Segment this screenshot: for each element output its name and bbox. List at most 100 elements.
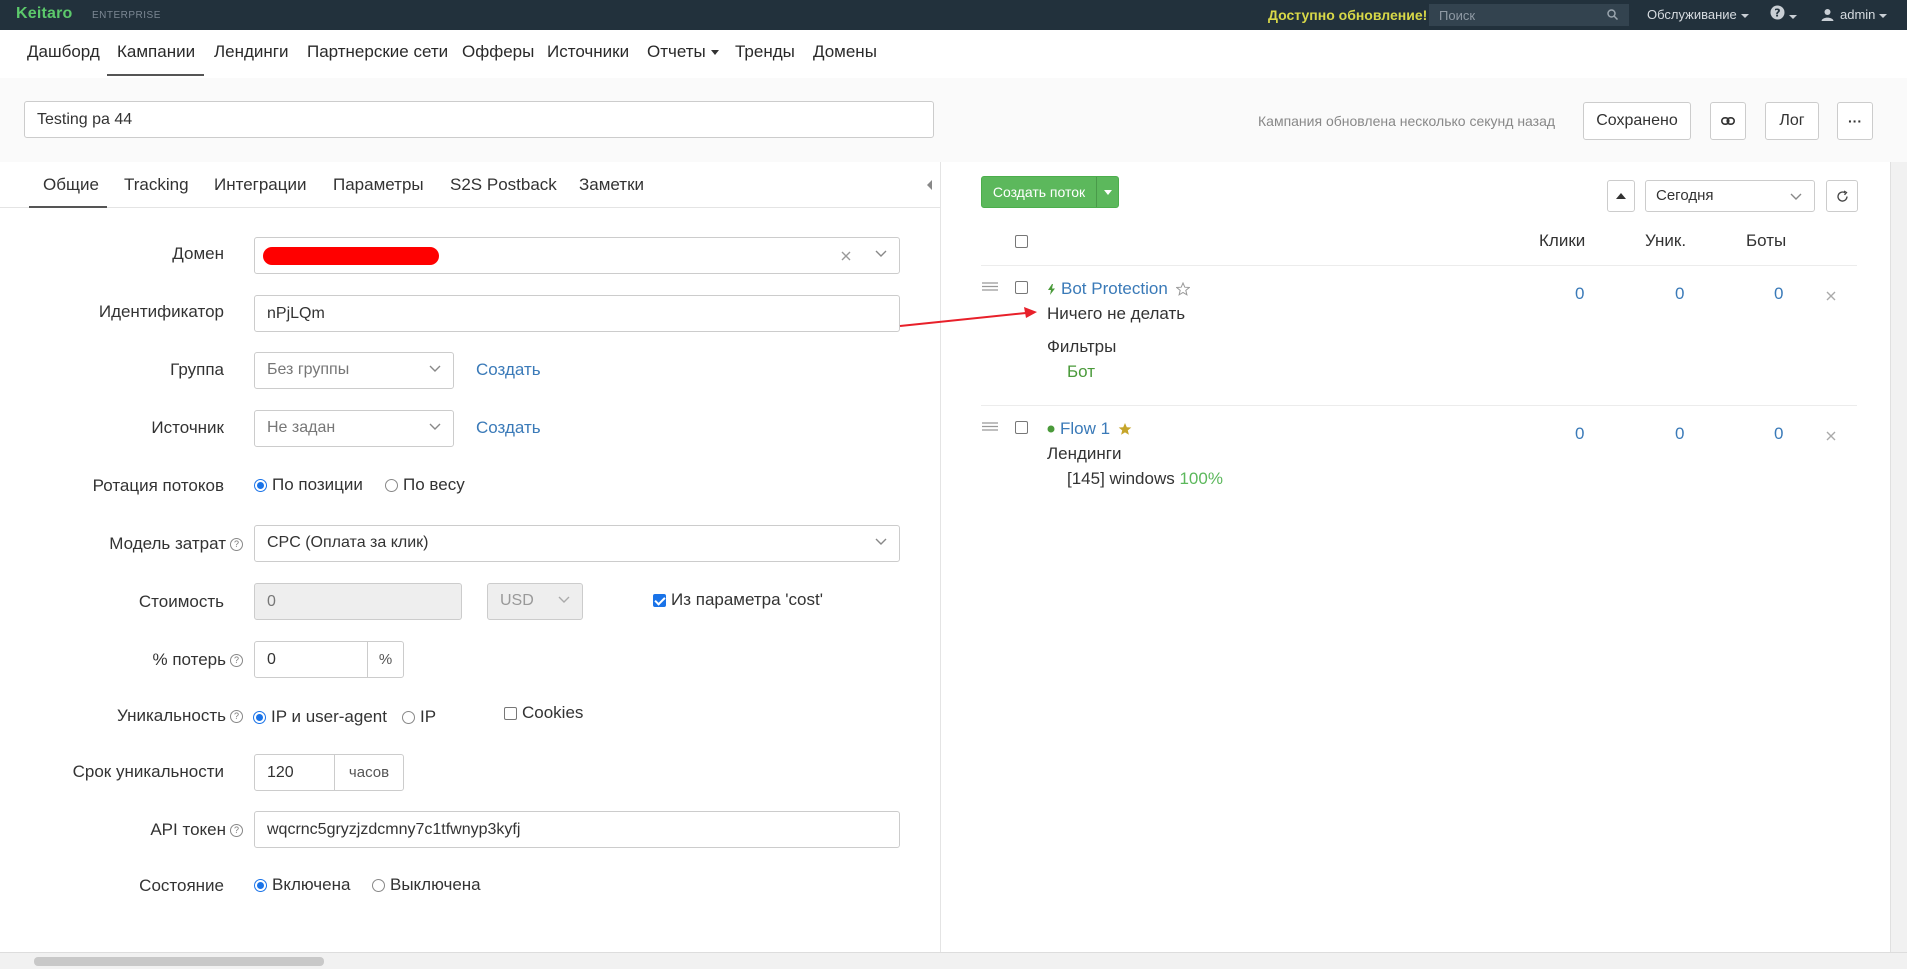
help-icon[interactable]: ? <box>230 538 243 552</box>
nav-reports[interactable]: Отчеты <box>647 42 719 62</box>
help-icon[interactable]: ? <box>230 710 243 724</box>
tab-general[interactable]: Общие <box>43 175 99 195</box>
logo[interactable]: Keitaro <box>16 5 73 23</box>
chevron-down-icon <box>429 365 441 372</box>
chevron-down-icon <box>875 538 887 545</box>
create-flow-dropdown[interactable] <box>1096 177 1119 207</box>
help-icon[interactable]: ? <box>230 824 243 838</box>
checkbox-unchecked <box>504 706 517 720</box>
tab-notes[interactable]: Заметки <box>579 175 644 195</box>
flow-checkbox[interactable] <box>1015 421 1028 434</box>
uniq-ip-ua-radio[interactable]: IP и user-agent <box>253 707 387 727</box>
uniq-term-input[interactable] <box>254 754 335 791</box>
service-menu[interactable]: Обслуживание <box>1647 7 1749 22</box>
flow-bots[interactable]: 0 <box>1774 424 1783 444</box>
delete-flow-icon[interactable] <box>1826 291 1836 301</box>
rotation-position-radio[interactable]: По позиции <box>254 475 363 495</box>
refresh-button[interactable] <box>1826 180 1858 212</box>
top-bar: Keitaro ENTERPRISE Доступно обновление! … <box>0 0 1907 30</box>
group-select[interactable]: Без группы <box>254 352 454 389</box>
nav-offers[interactable]: Офферы <box>462 42 534 62</box>
uniq-cookies-checkbox[interactable]: Cookies <box>504 703 583 723</box>
drag-handle-icon[interactable] <box>982 282 998 291</box>
horizontal-scrollbar[interactable] <box>0 952 1907 969</box>
tab-s2s-postback[interactable]: S2S Postback <box>450 175 557 195</box>
state-disabled-radio[interactable]: Выключена <box>372 875 481 895</box>
service-menu-label: Обслуживание <box>1647 7 1737 22</box>
flow-bot-protection[interactable]: Bot Protection <box>1047 279 1190 299</box>
cost-model-select[interactable]: CPC (Оплата за клик) <box>254 525 900 562</box>
uniq-ip-radio[interactable]: IP <box>402 707 436 727</box>
tab-parameters[interactable]: Параметры <box>333 175 424 195</box>
nav-landings[interactable]: Лендинги <box>214 42 289 62</box>
more-button[interactable]: ··· <box>1837 102 1873 140</box>
nav-dashboard[interactable]: Дашборд <box>27 42 100 62</box>
percent-addon: % <box>367 641 404 678</box>
vertical-scrollbar[interactable] <box>1890 162 1907 952</box>
flow-clicks[interactable]: 0 <box>1575 284 1584 304</box>
flow-flow-1[interactable]: Flow 1 <box>1047 419 1132 439</box>
saved-button[interactable]: Сохранено <box>1583 102 1691 140</box>
group-value: Без группы <box>267 361 350 378</box>
nav-domains[interactable]: Домены <box>813 42 877 62</box>
nav-affiliate-networks[interactable]: Партнерские сети <box>307 42 448 62</box>
help-menu[interactable]: ? <box>1770 5 1797 23</box>
link-button[interactable] <box>1710 102 1746 140</box>
loss-label-text: % потерь <box>152 650 227 669</box>
flow-checkbox[interactable] <box>1015 281 1028 294</box>
flow-bots[interactable]: 0 <box>1774 284 1783 304</box>
flow-filters-heading: Фильтры <box>1047 337 1117 356</box>
flow-unique[interactable]: 0 <box>1675 284 1684 304</box>
cost-param-checkbox[interactable]: Из параметра 'cost' <box>653 590 823 610</box>
flow-landing-item: [145] windows 100% <box>1067 469 1223 489</box>
create-group-link[interactable]: Создать <box>476 360 541 380</box>
flow-unique[interactable]: 0 <box>1675 424 1684 444</box>
collapse-panel-icon[interactable] <box>927 180 932 190</box>
radio-checked <box>254 878 267 892</box>
state-enabled-radio[interactable]: Включена <box>254 875 350 895</box>
checkbox-checked <box>653 593 666 607</box>
date-range-select[interactable]: Сегодня <box>1645 180 1815 212</box>
lightning-icon <box>1048 283 1055 295</box>
user-menu[interactable]: admin <box>1821 7 1888 22</box>
create-flow-label[interactable]: Создать поток <box>982 177 1096 207</box>
radio-unchecked <box>372 878 385 892</box>
clear-icon[interactable] <box>841 251 851 261</box>
star-outline-icon[interactable] <box>1175 282 1190 296</box>
drag-handle-icon[interactable] <box>982 422 998 431</box>
tab-integrations[interactable]: Интеграции <box>214 175 307 195</box>
api-token-input[interactable] <box>254 811 900 848</box>
star-filled-icon[interactable] <box>1118 422 1132 436</box>
identifier-input[interactable] <box>254 295 900 332</box>
tab-active-indicator <box>29 206 107 208</box>
create-flow-button[interactable]: Создать поток <box>981 176 1119 208</box>
log-button[interactable]: Лог <box>1765 102 1819 140</box>
campaign-tabs: Общие Tracking Интеграции Параметры S2S … <box>0 162 940 208</box>
flow-clicks[interactable]: 0 <box>1575 424 1584 444</box>
nav-campaigns[interactable]: Кампании <box>117 42 195 62</box>
cost-input <box>254 583 462 620</box>
tab-tracking[interactable]: Tracking <box>124 175 189 195</box>
rotation-weight-radio[interactable]: По весу <box>385 475 465 495</box>
source-select[interactable]: Не задан <box>254 410 454 447</box>
annotation-arrow <box>899 307 1037 327</box>
search-input[interactable] <box>1429 4 1629 26</box>
domain-select[interactable] <box>254 237 900 274</box>
uniq-term-label: Срок уникальности <box>72 762 224 781</box>
select-all-checkbox[interactable] <box>1015 235 1028 248</box>
nav-trends[interactable]: Тренды <box>735 42 795 62</box>
loss-input[interactable] <box>254 641 368 678</box>
nav-sources[interactable]: Источники <box>547 42 629 62</box>
scrollbar-thumb[interactable] <box>34 957 324 966</box>
chevron-down-icon <box>1104 189 1112 195</box>
state-label: Состояние <box>139 876 224 895</box>
search-icon[interactable] <box>1607 8 1619 23</box>
help-icon[interactable]: ? <box>230 654 243 668</box>
update-available-link[interactable]: Доступно обновление! <box>1268 7 1427 23</box>
sort-up-button[interactable] <box>1607 180 1635 212</box>
date-range-value: Сегодня <box>1656 187 1714 204</box>
source-value: Не задан <box>267 419 336 436</box>
delete-flow-icon[interactable] <box>1826 431 1836 441</box>
create-source-link[interactable]: Создать <box>476 418 541 438</box>
campaign-name-input[interactable] <box>24 101 934 138</box>
